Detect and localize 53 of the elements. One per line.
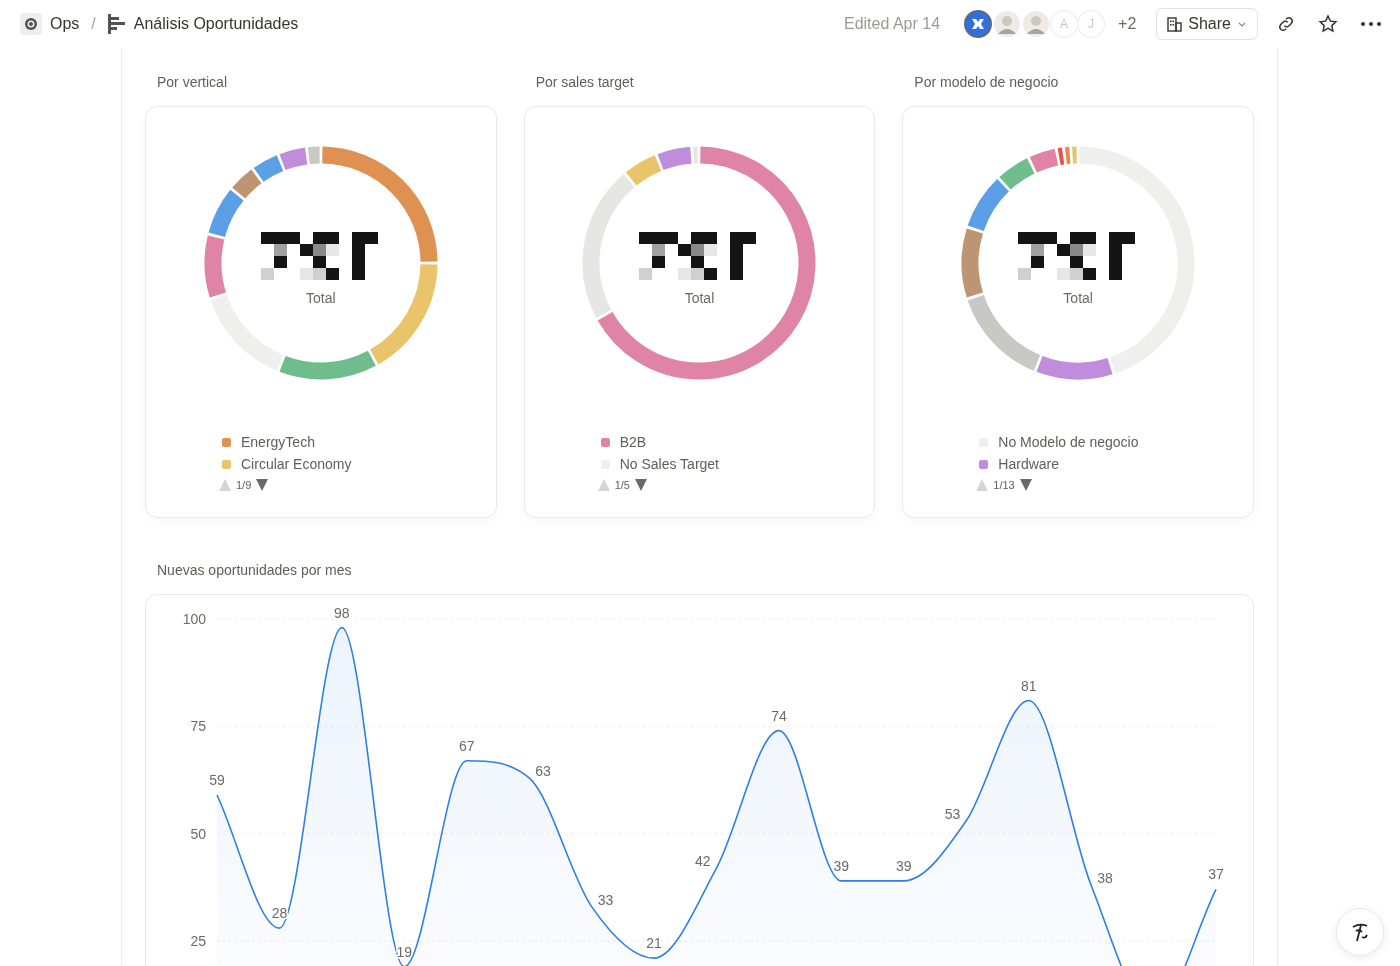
- total-label: Total: [306, 290, 336, 306]
- building-icon: [1167, 16, 1183, 32]
- data-label: 98: [334, 604, 350, 621]
- next-page-icon[interactable]: [1018, 478, 1033, 492]
- legend-label: Hardware: [998, 456, 1060, 472]
- edited-date: Edited Apr 14: [843, 15, 941, 33]
- data-label: 63: [535, 762, 551, 779]
- page-indicator: 1/9: [236, 479, 252, 491]
- axis-label: 75: [190, 718, 206, 735]
- link-icon: [1276, 14, 1296, 34]
- axis-label: 100: [182, 611, 206, 627]
- total-label: Total: [1063, 290, 1093, 306]
- data-label: 37: [1208, 866, 1224, 883]
- breadcrumb-link[interactable]: Ops: [50, 15, 80, 33]
- breadcrumb-link[interactable]: Análisis Oportunidades: [133, 15, 299, 33]
- data-label: 59: [209, 772, 225, 789]
- legend-label: Circular Economy: [241, 456, 352, 472]
- axis-label: 50: [190, 825, 206, 842]
- data-label: 39: [833, 857, 850, 874]
- total-label: Total: [684, 290, 715, 306]
- share-button[interactable]: Share: [1156, 8, 1258, 40]
- more-icon: [1360, 21, 1382, 27]
- section-title: Por vertical: [156, 73, 229, 92]
- avatar[interactable]: [964, 10, 993, 38]
- star-icon: [1318, 14, 1338, 34]
- legend-label: B2B: [619, 434, 647, 450]
- workspace-icon: [20, 13, 42, 35]
- next-page-icon[interactable]: [633, 478, 648, 492]
- section-title: Por sales target: [534, 73, 635, 92]
- axis-label: 25: [190, 933, 206, 949]
- section-title: Nuevas oportunidades por mes: [156, 561, 353, 580]
- legend-label: No Modelo de negocio: [998, 434, 1139, 450]
- data-label: 67: [458, 737, 475, 754]
- more-avatars-count[interactable]: +2: [1118, 15, 1137, 33]
- data-label: 53: [944, 805, 961, 822]
- data-label: 21: [646, 935, 662, 952]
- data-label: 42: [694, 853, 711, 869]
- next-page-icon[interactable]: [255, 478, 270, 492]
- breadcrumb-separator: /: [91, 15, 96, 33]
- data-label: 28: [271, 905, 288, 922]
- bar-chart-icon: [107, 14, 126, 34]
- data-label: 19: [396, 943, 413, 960]
- data-label: 33: [597, 891, 614, 908]
- data-label: 38: [1097, 870, 1113, 887]
- data-label: 74: [771, 707, 787, 724]
- page-indicator: 1/5: [614, 479, 630, 491]
- data-label: 39: [896, 857, 912, 874]
- page-indicator: 1/13: [993, 479, 1015, 491]
- help-button[interactable]: [1336, 908, 1384, 956]
- legend-label: No Sales Target: [619, 456, 719, 472]
- data-label: 81: [1020, 677, 1037, 694]
- legend-label: EnergyTech: [241, 434, 315, 450]
- section-title: Por modelo de negocio: [913, 73, 1060, 92]
